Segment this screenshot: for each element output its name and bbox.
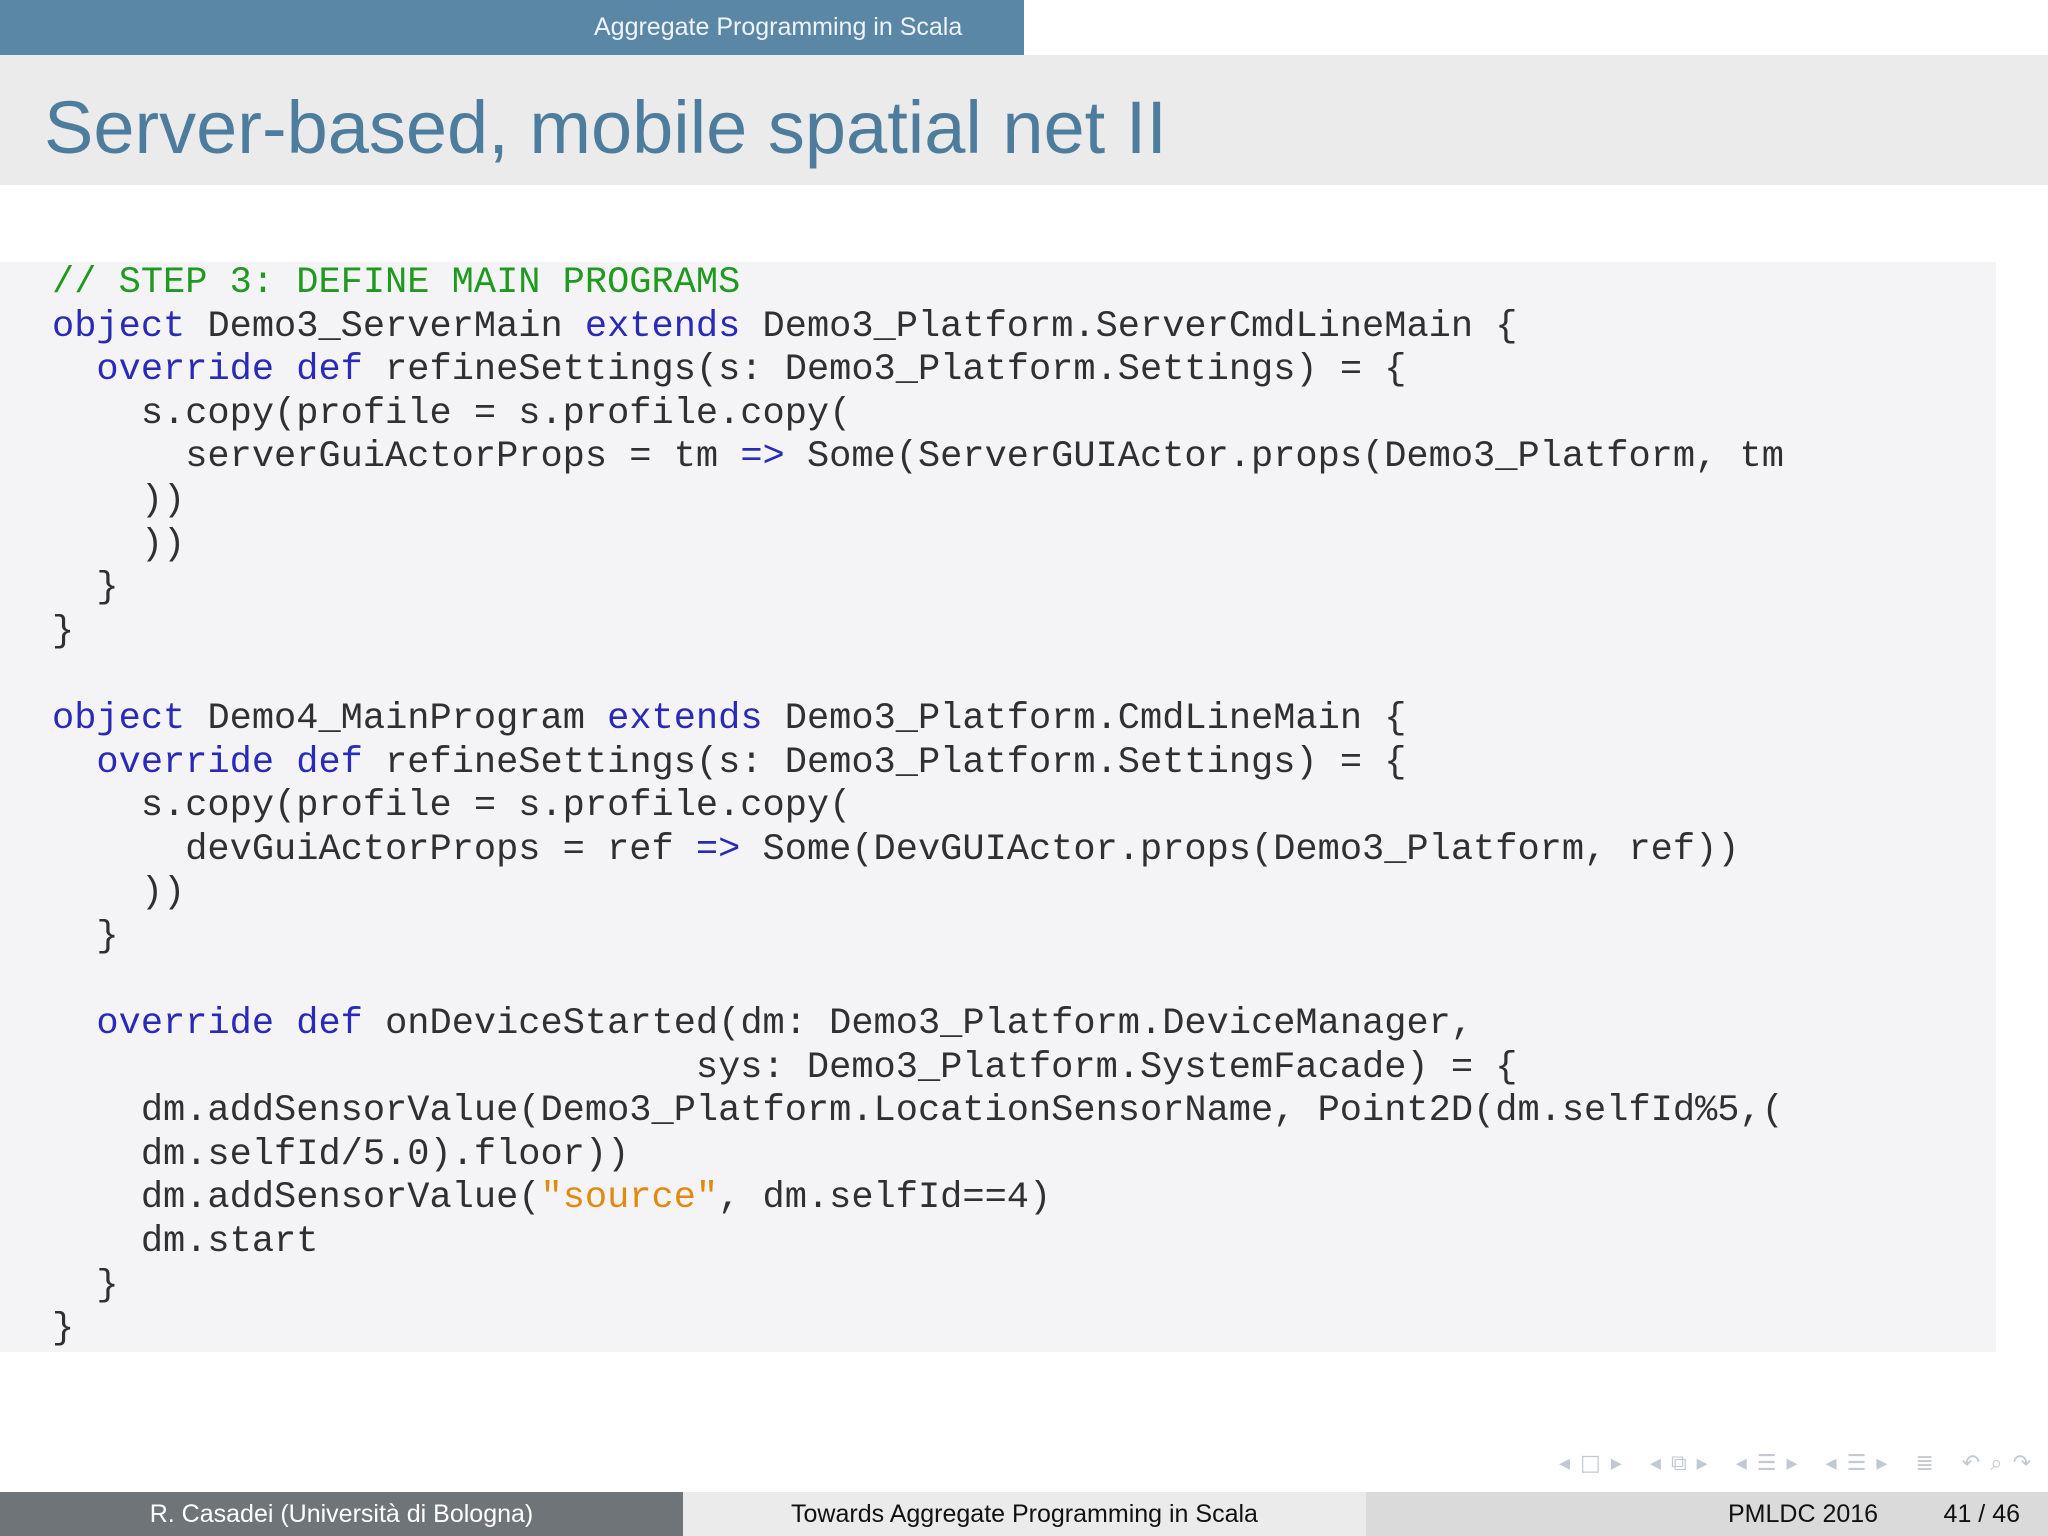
code-line: serverGuiActorProps = tm => Some(ServerG… xyxy=(52,436,1996,480)
code-line: object Demo3_ServerMain extends Demo3_Pl… xyxy=(52,306,1996,350)
nav-prev-frame-icon[interactable]: ◂ xyxy=(1647,1451,1664,1476)
code-line: } xyxy=(52,611,1996,655)
nav-next-subsection-icon[interactable]: ▸ xyxy=(1783,1451,1800,1476)
slide: Aggregate Programming in Scala Server-ba… xyxy=(0,0,2048,1536)
code-text: } xyxy=(52,610,75,653)
code-keyword: override def xyxy=(96,1003,363,1046)
code-text: dm.start xyxy=(52,1221,319,1264)
code-text: , dm.selfId==4) xyxy=(718,1177,1052,1220)
code-keyword: => xyxy=(740,436,785,479)
code-text: s.copy(profile = s.profile.copy( xyxy=(52,785,852,828)
code-text: } xyxy=(52,1308,75,1351)
code-text: s.copy(profile = s.profile.copy( xyxy=(52,392,852,435)
code-keyword: => xyxy=(695,828,741,871)
nav-next-section-icon[interactable]: ▸ xyxy=(1873,1451,1890,1476)
code-text: )) xyxy=(52,479,186,522)
code-line: dm.start xyxy=(52,1221,1996,1265)
nav-slide-icon[interactable]: □ xyxy=(1577,1451,1604,1476)
code-text: refineSettings(s: Demo3_Platform.Setting… xyxy=(362,349,1407,392)
section-title[interactable]: Aggregate Programming in Scala xyxy=(0,0,1024,55)
code-line: )) xyxy=(52,872,1996,916)
nav-prev-slide-icon[interactable]: ◂ xyxy=(1556,1451,1573,1476)
nav-frame-icon[interactable]: ⧉ xyxy=(1668,1451,1690,1476)
code-keyword: override def xyxy=(96,349,363,392)
code-text: } xyxy=(52,567,119,610)
code-text: dm.selfId/5.0).floor)) xyxy=(52,1133,630,1176)
code-string: "source" xyxy=(540,1177,719,1220)
code-text: } xyxy=(52,915,119,958)
code-keyword: extends xyxy=(584,305,741,348)
code-keyword: object xyxy=(52,305,186,348)
code-line: sys: Demo3_Platform.SystemFacade) = { xyxy=(52,1047,1996,1091)
code-line: object Demo4_MainProgram extends Demo3_P… xyxy=(52,698,1996,742)
code-line: override def onDeviceStarted(dm: Demo3_P… xyxy=(52,1003,1996,1047)
code-text: onDeviceStarted(dm: Demo3_Platform.Devic… xyxy=(362,1003,1474,1046)
code-text: dm.addSensorValue( xyxy=(52,1177,541,1220)
code-line: } xyxy=(52,916,1996,960)
footer-conference[interactable]: PMLDC 2016 xyxy=(1728,1492,1878,1536)
code-line: override def refineSettings(s: Demo3_Pla… xyxy=(52,349,1996,393)
nav-section-icon[interactable]: ☰ xyxy=(1844,1451,1870,1476)
code-text: )) xyxy=(52,523,186,566)
code-text: Demo3_Platform.ServerCmdLineMain { xyxy=(740,305,1518,348)
nav-toc-icon[interactable]: ≣ xyxy=(1912,1451,1936,1476)
code-line: )) xyxy=(52,524,1996,568)
footer-info: PMLDC 2016 41 / 46 xyxy=(1366,1492,2048,1536)
code-text: refineSettings(s: Demo3_Platform.Setting… xyxy=(362,741,1407,784)
code-keyword: extends xyxy=(607,697,763,740)
code-text: } xyxy=(52,1264,119,1307)
code-comment: // STEP 3: DEFINE MAIN PROGRAMS xyxy=(52,262,741,304)
code-line: dm.selfId/5.0).floor)) xyxy=(52,1134,1996,1178)
code-line: } xyxy=(52,567,1996,611)
code-line: dm.addSensorValue(Demo3_Platform.Locatio… xyxy=(52,1090,1996,1134)
nav-back-icon[interactable]: ↶ xyxy=(1959,1451,1983,1476)
frame-title: Server-based, mobile spatial net II xyxy=(44,86,1167,169)
code-line: devGuiActorProps = ref => Some(DevGUIAct… xyxy=(52,829,1996,873)
code-line: s.copy(profile = s.profile.copy( xyxy=(52,393,1996,437)
code-line: } xyxy=(52,1308,1996,1352)
footer-talk-title[interactable]: Towards Aggregate Programming in Scala xyxy=(683,1492,1366,1536)
code-text: Demo3_Platform.CmdLineMain { xyxy=(762,697,1407,740)
code-listing: // STEP 3: DEFINE MAIN PROGRAMS object De… xyxy=(52,262,1996,1352)
nav-subsection-icon[interactable]: ☰ xyxy=(1754,1451,1780,1476)
code-text: Some(DevGUIActor.props(Demo3_Platform, r… xyxy=(740,828,1740,871)
nav-forward-icon[interactable]: ↷ xyxy=(2010,1451,2034,1476)
code-keyword: override def xyxy=(96,741,363,784)
code-text: dm.addSensorValue(Demo3_Platform.Locatio… xyxy=(52,1090,1784,1133)
code-text: Demo4_MainProgram xyxy=(185,697,608,740)
footer-author[interactable]: R. Casadei (Università di Bologna) xyxy=(0,1492,683,1536)
code-text: sys: Demo3_Platform.SystemFacade) = { xyxy=(52,1046,1518,1089)
code-keyword: object xyxy=(52,697,186,740)
code-text: serverGuiActorProps = tm xyxy=(52,436,741,479)
code-line: dm.addSensorValue("source", dm.selfId==4… xyxy=(52,1177,1996,1221)
code-line: override def refineSettings(s: Demo3_Pla… xyxy=(52,742,1996,786)
nav-next-frame-icon[interactable]: ▸ xyxy=(1694,1451,1711,1476)
code-text: )) xyxy=(52,872,186,915)
nav-next-slide-icon[interactable]: ▸ xyxy=(1608,1451,1625,1476)
code-text: devGuiActorProps = ref xyxy=(52,828,696,871)
code-line: s.copy(profile = s.profile.copy( xyxy=(52,785,1996,829)
beamer-navigation: ◂ □ ▸ ◂ ⧉ ▸ ◂ ☰ ▸ ◂ ☰ ▸ ≣ ↶ ⌕ ↷ xyxy=(1556,1448,2034,1478)
footer-page-number[interactable]: 41 / 46 xyxy=(1944,1492,2020,1536)
footer: R. Casadei (Università di Bologna) Towar… xyxy=(0,1492,2048,1536)
code-line: } xyxy=(52,1265,1996,1309)
code-text: Demo3_ServerMain xyxy=(185,305,585,348)
nav-search-icon[interactable]: ⌕ xyxy=(1987,1451,2005,1476)
code-line: // STEP 3: DEFINE MAIN PROGRAMS xyxy=(52,262,1996,306)
code-line: )) xyxy=(52,480,1996,524)
nav-prev-section-icon[interactable]: ◂ xyxy=(1823,1451,1840,1476)
code-text: Some(ServerGUIActor.props(Demo3_Platform… xyxy=(784,436,1784,479)
nav-prev-subsection-icon[interactable]: ◂ xyxy=(1733,1451,1750,1476)
